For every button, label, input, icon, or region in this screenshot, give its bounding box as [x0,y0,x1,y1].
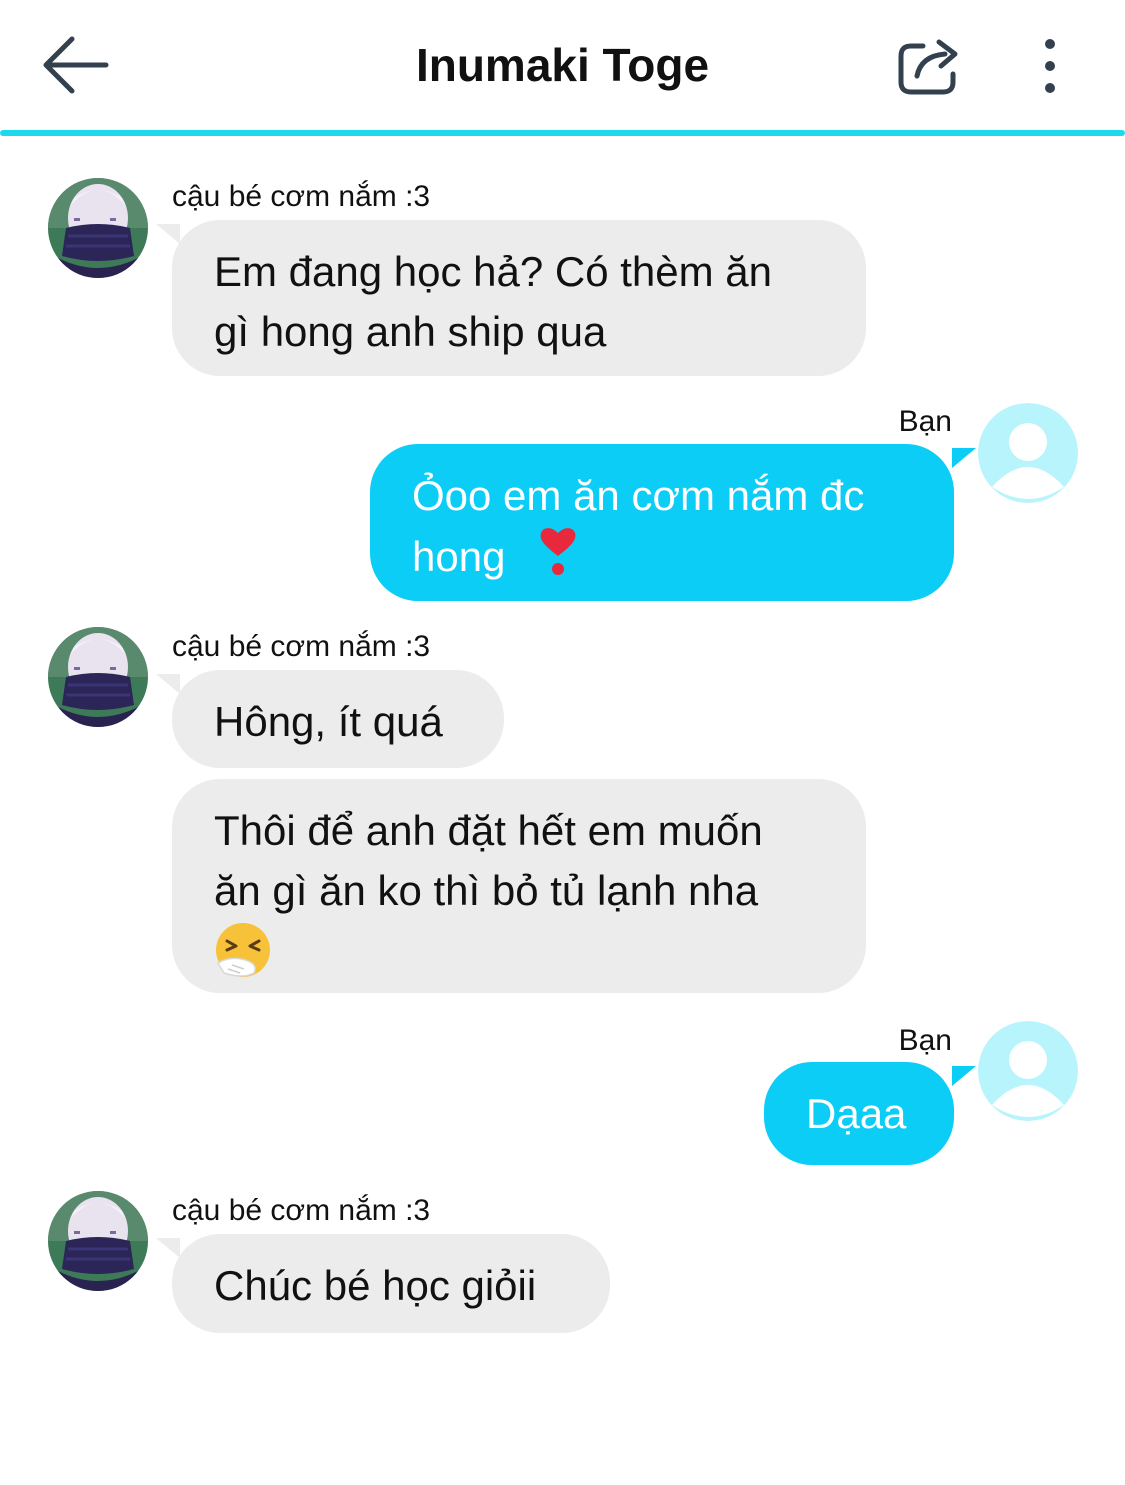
user-placeholder-icon [978,403,1078,503]
sender-name: Bạn [898,405,952,438]
bubble-tail [952,448,976,468]
message-bubble-outgoing[interactable]: Dạaa [764,1062,954,1165]
chat-title: Inumaki Toge [415,39,710,91]
sneezing-face-icon [214,921,272,995]
more-vertical-icon [1045,39,1055,93]
message-line: Em đang học hả? Có thèm ăn [214,248,773,295]
message-line: Thôi để anh đặt hết em muốn [214,807,763,854]
user-placeholder-icon [978,1021,1078,1121]
sender-name: cậu bé cơm nắm :3 [172,630,431,663]
message-bubble-incoming[interactable]: Thôi để anh đặt hết em muốn ăn gì ăn ko … [172,779,866,993]
message-bubble-incoming[interactable]: Hông, ít quá [172,670,504,768]
my-avatar[interactable] [978,1021,1078,1121]
bubble-tail [156,224,180,244]
bubble-tail [156,1238,180,1258]
header-divider [0,130,1125,136]
more-options-button[interactable] [1030,36,1070,96]
sender-name: cậu bé cơm nắm :3 [172,1194,431,1227]
message-bubble-incoming[interactable]: Em đang học hả? Có thèm ăn gì hong anh s… [172,220,866,376]
share-icon [898,39,958,95]
message-line: Chúc bé học giỏii [214,1262,537,1309]
message-line: hong [412,533,506,581]
bubble-tail [952,1066,976,1086]
share-button[interactable] [895,34,965,98]
message-line: Hông, ít quá [214,698,443,745]
chat-header: Inumaki Toge [0,0,1125,136]
message-line: gì hong anh ship qua [214,308,607,355]
message-line: Dạaa [806,1090,907,1137]
my-avatar[interactable] [978,403,1078,503]
bubble-tail [156,674,180,694]
sender-name: Bạn [898,1024,952,1057]
friend-avatar[interactable] [48,627,148,727]
message-bubble-incoming[interactable]: Chúc bé học giỏii [172,1234,610,1333]
friend-avatar[interactable] [48,1191,148,1291]
message-line: ăn gì ăn ko thì bỏ tủ lạnh nha [214,867,759,914]
arrow-left-icon [43,36,109,94]
friend-avatar[interactable] [48,178,148,278]
message-line: Ỏoo em ăn cơm nắm đc [412,472,865,519]
back-button[interactable] [38,30,114,100]
sender-name: cậu bé cơm nắm :3 [172,180,431,213]
heart-exclamation-icon [537,526,579,594]
message-bubble-outgoing[interactable]: Ỏoo em ăn cơm nắm đc hong [370,444,954,601]
